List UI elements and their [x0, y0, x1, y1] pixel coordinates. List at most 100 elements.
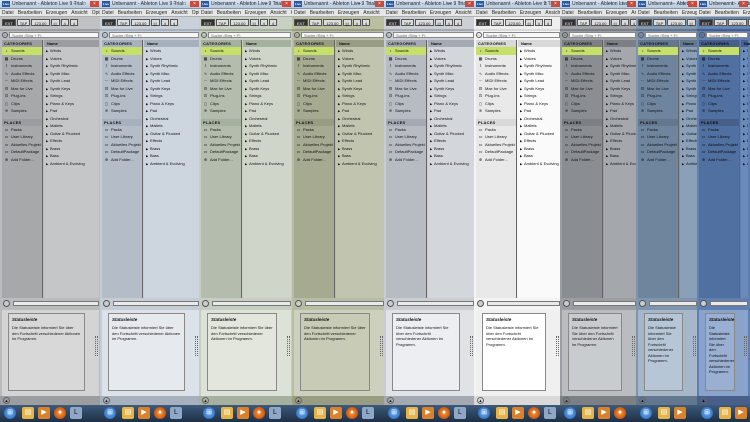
search-input[interactable]: Suche (Strg + F)	[393, 32, 474, 38]
list-item[interactable]: ▶Bass	[44, 152, 99, 160]
show-hide-arrow-icon[interactable]: ▲	[387, 397, 394, 404]
windows-start-icon[interactable]: ⊞	[478, 407, 490, 419]
preview-scrollbar[interactable]	[113, 301, 199, 306]
sidebar-item-plug-ins[interactable]: ⊡ Plug-ins	[386, 92, 426, 100]
minimize-button[interactable]: –	[262, 1, 271, 7]
list-item[interactable]: ▶Pad	[428, 107, 474, 115]
signature-numerator[interactable]: 4	[160, 19, 169, 26]
places-item-user-library[interactable]: ▭ User Library	[294, 133, 334, 141]
name-column-header[interactable]: Name	[44, 40, 99, 47]
preview-toggle-button[interactable]	[477, 300, 484, 307]
list-item[interactable]: ▶Effects	[680, 137, 697, 145]
search-icon[interactable]: ⌕	[102, 32, 108, 38]
list-item[interactable]: ▶Strings	[336, 92, 384, 100]
signature-denominator[interactable]: 4	[69, 19, 79, 26]
tap-tempo-button[interactable]: TAP	[490, 19, 505, 26]
places-item-user-library[interactable]: ▭ User Library	[476, 133, 516, 141]
list-item[interactable]: ▶Bass	[604, 152, 636, 160]
sidebar-item-instruments[interactable]: ⌇ Instruments	[386, 62, 426, 70]
sidebar-item-instruments[interactable]: ⌇ Instruments	[201, 62, 241, 70]
sidebar-item-plug-ins[interactable]: ⊡ Plug-ins	[201, 92, 241, 100]
list-item[interactable]: ▶Strings	[243, 92, 291, 100]
list-item[interactable]: ▶Mallets	[336, 122, 384, 130]
menu-item[interactable]: Erzeugen	[518, 9, 543, 17]
places-item-packs[interactable]: ▭ Packs	[294, 126, 334, 134]
list-item[interactable]: ▶Strings	[741, 92, 748, 100]
sidebar-item-drums[interactable]: ▦ Drums	[386, 55, 426, 63]
menu-item[interactable]: Ansicht	[169, 9, 189, 17]
ableton-live-icon[interactable]: L	[70, 407, 82, 419]
signature-numerator[interactable]: 4	[60, 19, 69, 26]
sidebar-item-samples[interactable]: ≋ Samples	[294, 107, 334, 115]
places-item-aktuelles-projekt[interactable]: ▭ Aktuelles Projekt	[638, 141, 678, 149]
ableton-live-icon[interactable]: L	[362, 407, 374, 419]
places-item-defaultpackage[interactable]: ▭ DefaultPackage	[294, 148, 334, 156]
sidebar-item-audio-effects[interactable]: ∿ Audio Effects	[102, 70, 142, 78]
sidebar-item-max-for-live[interactable]: ⊟ Max for Live	[699, 85, 739, 93]
list-item[interactable]: ▶Synth Misc	[518, 70, 560, 78]
ableton-live-icon[interactable]: L	[544, 407, 556, 419]
places-item-add-folder-[interactable]: ⊕ Add Folder...	[638, 156, 678, 164]
sidebar-item-audio-effects[interactable]: ∿ Audio Effects	[562, 70, 602, 78]
list-item[interactable]: ▶Strings	[604, 92, 636, 100]
firefox-icon[interactable]: ●	[346, 407, 358, 419]
sidebar-item-samples[interactable]: ≋ Samples	[386, 107, 426, 115]
search-icon[interactable]: ⌕	[294, 32, 300, 38]
list-item[interactable]: ▶Voices	[518, 55, 560, 63]
resize-grip-icon[interactable]	[744, 336, 747, 356]
sidebar-item-instruments[interactable]: ⌇ Instruments	[294, 62, 334, 70]
explorer-folder-icon[interactable]: ▤	[496, 407, 508, 419]
places-item-add-folder-[interactable]: ⊕ Add Folder...	[294, 156, 334, 164]
sidebar-item-sounds[interactable]: ♪ Sounds	[2, 47, 42, 55]
sidebar-item-sounds[interactable]: ♪ Sounds	[102, 47, 142, 55]
sidebar-item-plug-ins[interactable]: ⊡ Plug-ins	[476, 92, 516, 100]
sidebar-item-drums[interactable]: ▦ Drums	[476, 55, 516, 63]
list-item[interactable]: ▶Brass	[144, 145, 199, 153]
list-item[interactable]: ▶Synth Rhythmic	[44, 62, 99, 70]
list-item[interactable]: ▶Bass	[680, 152, 697, 160]
list-item[interactable]: ▶Winds	[741, 47, 748, 55]
sidebar-item-samples[interactable]: ≋ Samples	[201, 107, 241, 115]
places-item-defaultpackage[interactable]: ▭ DefaultPackage	[201, 148, 241, 156]
media-player-icon[interactable]: ▶	[735, 407, 747, 419]
places-item-add-folder-[interactable]: ⊕ Add Folder...	[102, 156, 142, 164]
close-button[interactable]: ×	[375, 1, 384, 7]
search-icon[interactable]: ⌕	[562, 32, 568, 38]
list-item[interactable]: ▶Effects	[44, 137, 99, 145]
tap-tempo-button[interactable]: TAP	[16, 19, 31, 26]
windows-start-icon[interactable]: ⊞	[640, 407, 652, 419]
sidebar-item-audio-effects[interactable]: ∿ Audio Effects	[638, 70, 678, 78]
preview-toggle-button[interactable]	[563, 300, 570, 307]
list-item[interactable]: ▶Guitar & Plucked	[518, 130, 560, 138]
list-item[interactable]: ▶Piano & Keys	[44, 100, 99, 108]
search-input[interactable]: Suche (Strg + F)	[208, 32, 291, 38]
media-player-icon[interactable]: ▶	[138, 407, 150, 419]
resize-grip-icon[interactable]	[693, 336, 696, 356]
sidebar-item-drums[interactable]: ▦ Drums	[699, 55, 739, 63]
places-item-packs[interactable]: ▭ Packs	[562, 126, 602, 134]
sidebar-item-max-for-live[interactable]: ⊟ Max for Live	[386, 85, 426, 93]
places-item-aktuelles-projekt[interactable]: ▭ Aktuelles Projekt	[294, 141, 334, 149]
list-item[interactable]: ▶Pad	[144, 107, 199, 115]
name-column-header[interactable]: Name	[428, 40, 474, 47]
list-item[interactable]: ▶Pad	[680, 107, 697, 115]
sidebar-item-sounds[interactable]: ♪ Sounds	[562, 47, 602, 55]
tempo-field[interactable]: 123.00	[323, 19, 342, 26]
list-item[interactable]: ▶Guitar & Plucked	[604, 130, 636, 138]
places-item-aktuelles-projekt[interactable]: ▭ Aktuelles Projekt	[201, 141, 241, 149]
sidebar-item-midi-effects[interactable]: ⋯ MIDI Effects	[201, 77, 241, 85]
places-item-add-folder-[interactable]: ⊕ Add Folder...	[476, 156, 516, 164]
places-item-defaultpackage[interactable]: ▭ DefaultPackage	[638, 148, 678, 156]
list-item[interactable]: ▶Synth Lead	[428, 77, 474, 85]
preview-toggle-button[interactable]	[700, 300, 707, 307]
list-item[interactable]: ▶Bass	[428, 152, 474, 160]
places-item-add-folder-[interactable]: ⊕ Add Folder...	[699, 156, 739, 164]
tap-tempo-button[interactable]: TAP	[652, 19, 667, 26]
places-item-add-folder-[interactable]: ⊕ Add Folder...	[201, 156, 241, 164]
tap-tempo-button[interactable]: TAP	[713, 19, 728, 26]
sidebar-item-sounds[interactable]: ♪ Sounds	[201, 47, 241, 55]
list-item[interactable]: ▶Effects	[741, 137, 748, 145]
sidebar-item-instruments[interactable]: ⌇ Instruments	[638, 62, 678, 70]
list-item[interactable]: ▶Ambient & Evolving	[144, 160, 199, 168]
name-column-header[interactable]: Name	[680, 40, 697, 47]
